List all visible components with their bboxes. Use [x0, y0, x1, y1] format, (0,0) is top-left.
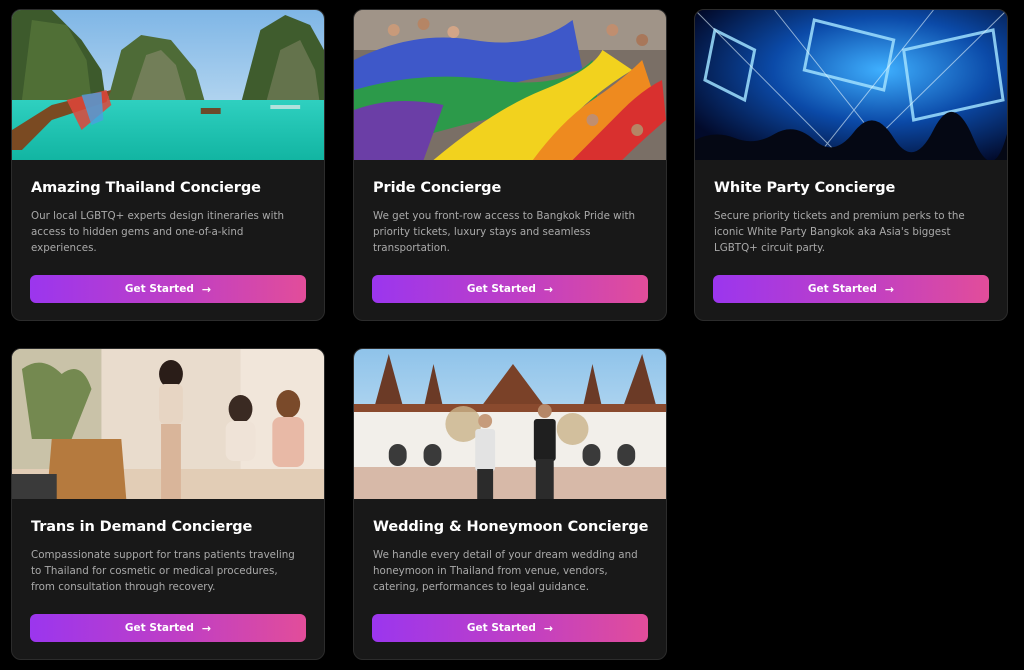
button-label: Get Started [466, 622, 536, 634]
get-started-button[interactable]: Get Started → [713, 275, 989, 303]
get-started-button[interactable]: Get Started → [372, 275, 648, 303]
card-title: White Party Concierge [714, 180, 896, 196]
card-white-party: White Party Concierge Secure priority ti… [694, 9, 1008, 321]
card-title: Amazing Thailand Concierge [31, 180, 261, 196]
card-title: Trans in Demand Concierge [31, 519, 253, 535]
card-title: Wedding & Honeymoon Concierge [373, 519, 649, 535]
card-trans-in-demand: Trans in Demand Concierge Compassionate … [11, 348, 325, 660]
arrow-right-icon: → [543, 282, 554, 296]
button-label: Get Started [466, 283, 536, 295]
button-label: Get Started [124, 283, 194, 295]
card-description: We handle every detail of your dream wed… [373, 549, 638, 593]
arrow-right-icon: → [884, 282, 895, 296]
arrow-right-icon: → [543, 621, 554, 635]
thailand-lagoon-image [12, 10, 324, 160]
pride-parade-image [354, 10, 666, 160]
button-label: Get Started [124, 622, 194, 634]
get-started-button[interactable]: Get Started → [30, 275, 306, 303]
card-description: Our local LGBTQ+ experts design itinerar… [31, 210, 285, 254]
arrow-right-icon: → [201, 282, 212, 296]
card-description: Compassionate support for trans patients… [31, 549, 295, 593]
get-started-button[interactable]: Get Started → [30, 614, 306, 642]
card-amazing-thailand: Amazing Thailand Concierge Our local LGB… [11, 9, 325, 321]
wedding-couple-image [354, 349, 666, 499]
card-description: We get you front-row access to Bangkok P… [373, 210, 636, 254]
button-label: Get Started [807, 283, 877, 295]
trans-patients-image [12, 349, 324, 499]
card-title: Pride Concierge [373, 180, 502, 196]
card-wedding-honeymoon: Wedding & Honeymoon Concierge We handle … [353, 348, 667, 660]
get-started-button[interactable]: Get Started → [372, 614, 648, 642]
card-description: Secure priority tickets and premium perk… [714, 210, 965, 254]
white-party-stage-image [695, 10, 1007, 160]
arrow-right-icon: → [201, 621, 212, 635]
card-pride: Pride Concierge We get you front-row acc… [353, 9, 667, 321]
